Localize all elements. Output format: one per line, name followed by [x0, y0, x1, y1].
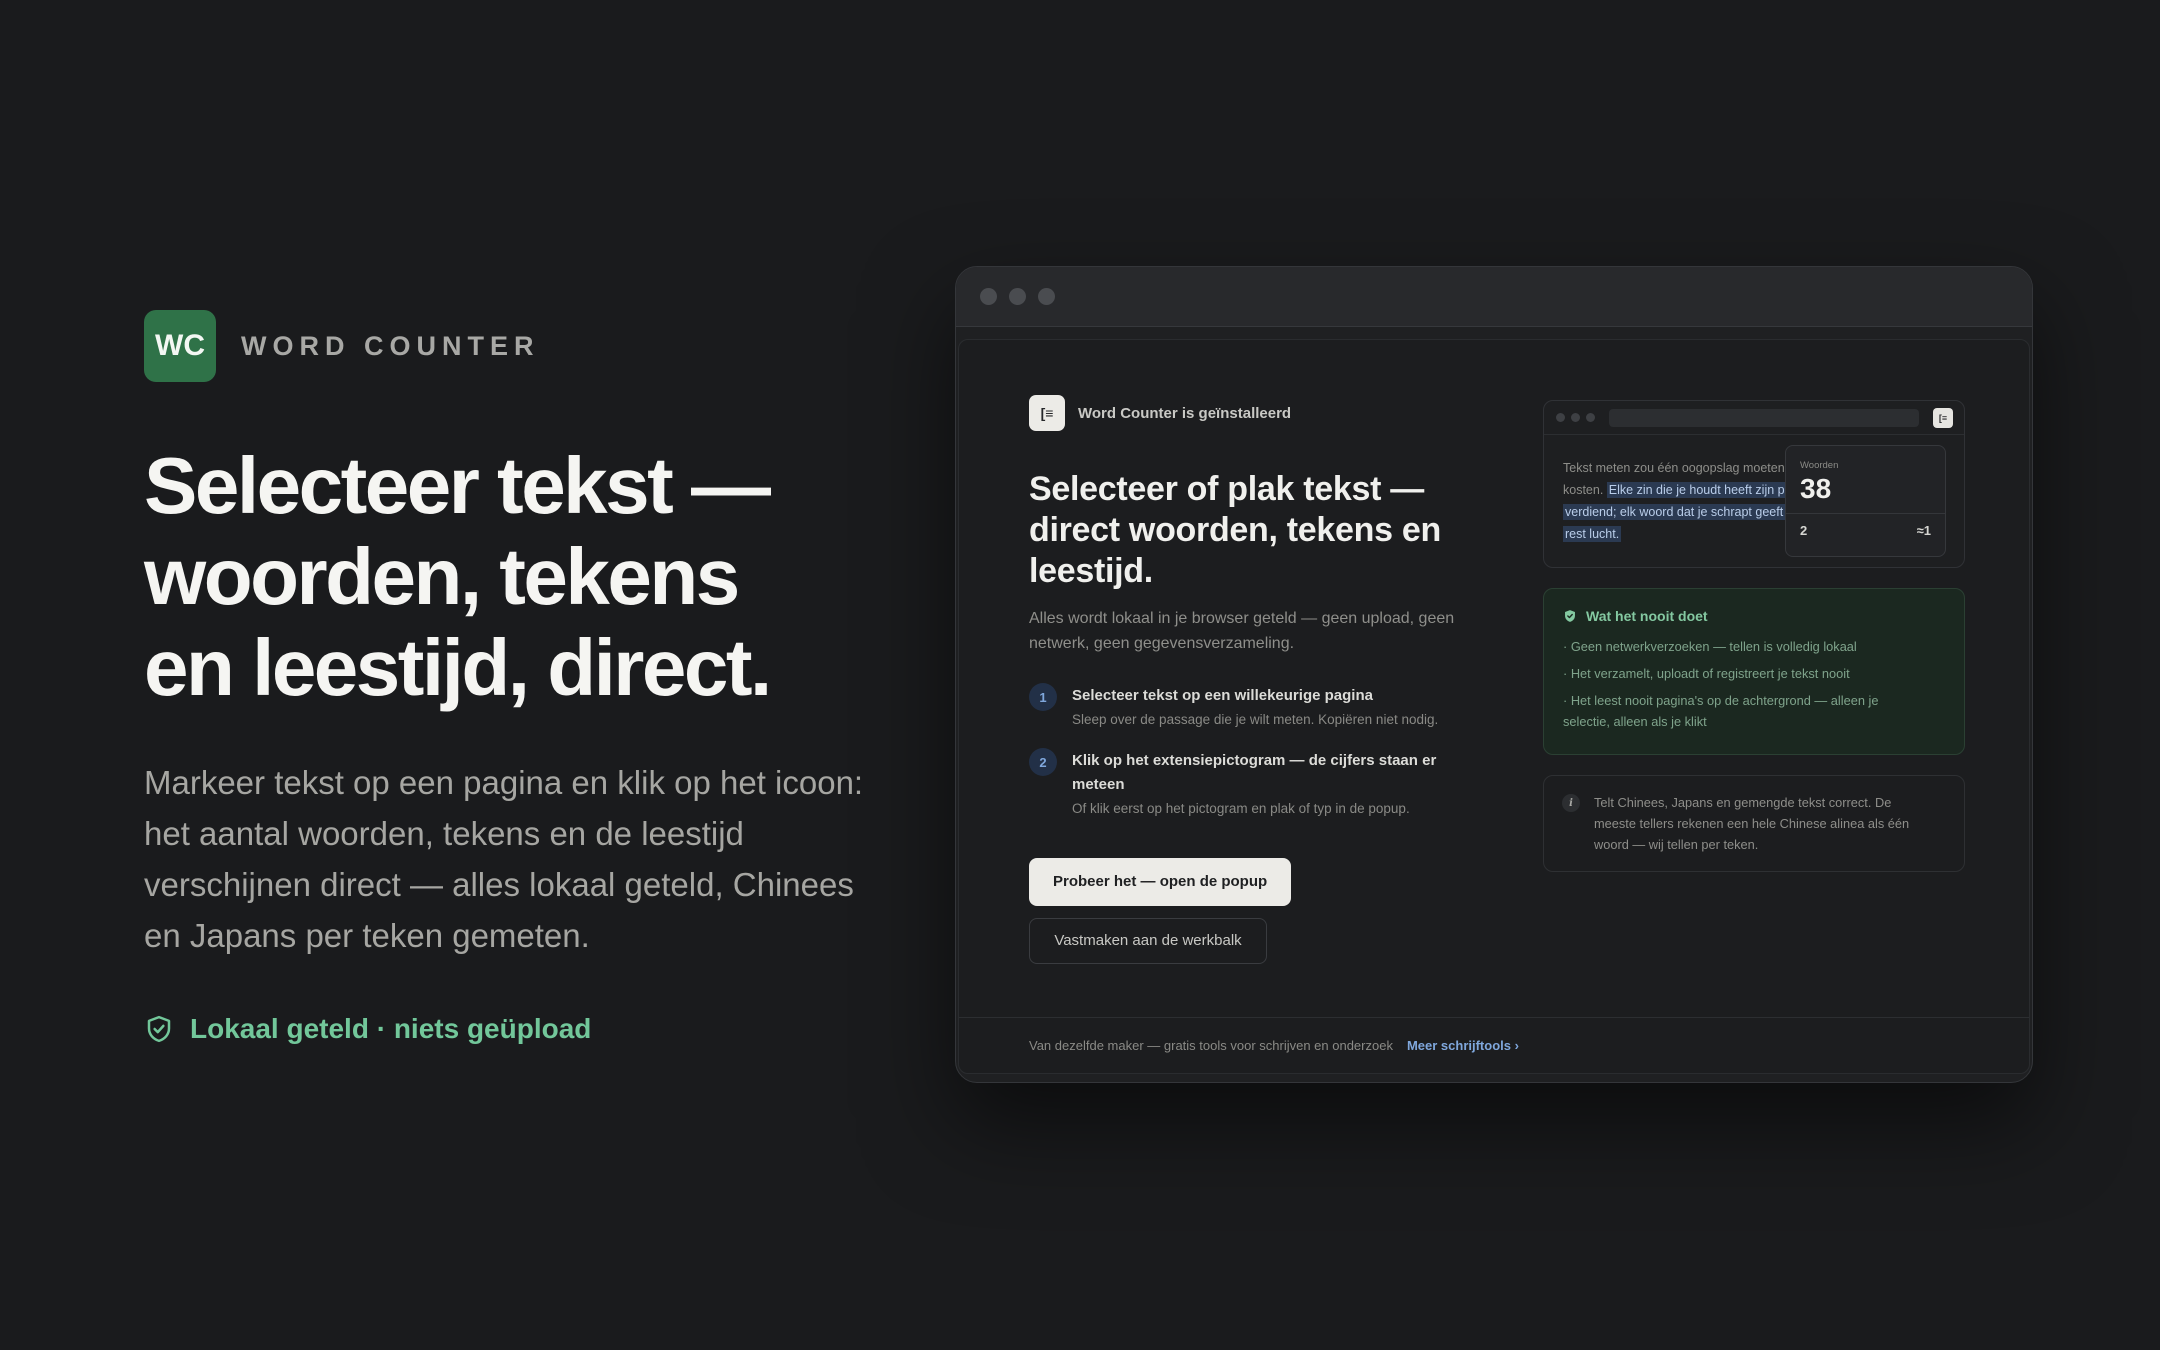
panel-subtitle-line: Alles wordt lokaal in je browser geteld …: [1029, 610, 1455, 627]
panel-footer: Van dezelfde maker — gratis tools voor s…: [959, 1017, 2029, 1073]
never-does-list: · Geen netwerkverzoeken — tellen is voll…: [1563, 636, 1945, 732]
step-title: Selecteer tekst op een willekeurige pagi…: [1072, 684, 1438, 708]
hero-lead: Markeer tekst op een pagina en klik op h…: [144, 757, 884, 961]
steps-list: 1 Selecteer tekst op een willekeurige pa…: [1029, 683, 1499, 820]
step-title: Klik op het extensiepictogram — de cijfe…: [1072, 749, 1436, 797]
popup-stat-right: ≈1: [1916, 523, 1931, 538]
popup-words-label: Woorden: [1800, 460, 1839, 471]
welcome-panel: [≡ Word Counter is geïnstalleerd Selecte…: [1029, 395, 1499, 964]
brand-logo: WC: [144, 310, 216, 382]
never-does-item-line: · Geen netwerkverzoeken — tellen is voll…: [1563, 639, 1857, 654]
brand-name: WORD COUNTER: [241, 330, 540, 361]
never-does-card: Wat het nooit doet · Geen netwerkverzoek…: [1543, 588, 1965, 755]
pin-toolbar-button[interactable]: Vastmaken aan de werkbalk: [1029, 918, 1267, 964]
preview-text-highlight: Elke zin die je houdt heeft zijn plek: [1606, 482, 1803, 498]
preview-text-highlight: verdiend; elk woord dat je schrapt geeft…: [1563, 504, 1803, 520]
brand: WC WORD COUNTER: [144, 310, 904, 382]
cjk-info-line: meeste tellers rekenen een hele Chinese …: [1594, 816, 1910, 831]
preview-text-line: rest lucht.: [1563, 523, 1823, 545]
cjk-info-line: Telt Chinees, Japans en gemengde tekst c…: [1594, 795, 1892, 810]
preview-address-bar: [1609, 408, 1919, 427]
never-does-item: · Het leest nooit pagina's op de achterg…: [1563, 690, 1945, 732]
local-badge: Lokaal geteld · niets geüpload: [144, 1013, 904, 1045]
panel-title-line: direct woorden, tekens en: [1029, 511, 1441, 549]
window-minimize-dot[interactable]: [1009, 288, 1026, 305]
popup-words-value: 38: [1800, 473, 1832, 504]
info-icon: i: [1562, 794, 1580, 812]
step-title-line: meteen: [1072, 776, 1125, 793]
panel-title: Selecteer of plak tekst — direct woorden…: [1029, 469, 1499, 592]
info-column: [≡ Tekst meten zou één oogopslag moeten …: [1543, 400, 1965, 872]
shield-check-icon: [1565, 610, 1575, 622]
preview-text-highlight: rest lucht.: [1563, 526, 1622, 542]
popup-stats-row: 2 ≈1: [1800, 523, 1931, 538]
never-does-item: · Geen netwerkverzoeken — tellen is voll…: [1563, 636, 1945, 657]
never-does-item-line: · Het verzamelt, uploadt of registreert …: [1563, 666, 1850, 681]
popup-stat-left: 2: [1800, 523, 1808, 538]
cjk-info-card: i Telt Chinees, Japans en gemengde tekst…: [1543, 775, 1965, 872]
never-does-item-line: · Het leest nooit pagina's op de achterg…: [1563, 693, 1879, 708]
open-popup-button[interactable]: Probeer het — open de popup: [1029, 858, 1292, 906]
extension-toolbar-icon: [≡: [1933, 407, 1953, 428]
installed-label: Word Counter is geïnstalleerd: [1078, 404, 1292, 422]
step-description: Sleep over de passage die je wilt meten.…: [1072, 712, 1439, 727]
step-title-line: Klik op het extensiepictogram — de cijfe…: [1072, 752, 1437, 769]
hero-headline: Selecteer tekst — woorden, tekens en lee…: [144, 440, 904, 713]
preview-text: Tekst meten zou één oogopslag moeten kos…: [1563, 457, 1823, 545]
hero-lead-line: en Japans per teken gemeten.: [144, 917, 590, 954]
window-maximize-dot[interactable]: [1038, 288, 1055, 305]
preview-text-plain: kosten.: [1563, 483, 1604, 497]
panel-title-line: leestijd.: [1029, 552, 1153, 590]
step-number-badge: 1: [1029, 683, 1057, 711]
browser-titlebar: [956, 267, 2032, 327]
step-number-badge: 2: [1029, 748, 1057, 776]
hero-lead-line: het aantal woorden, tekens en de leestij…: [144, 815, 744, 852]
shield-check-icon: [147, 1015, 171, 1043]
preview-dot: [1586, 413, 1595, 422]
never-does-item-line: selectie, alleen als je klikt: [1563, 714, 1707, 729]
footer-text: Van dezelfde maker — gratis tools voor s…: [1029, 1038, 1393, 1053]
browser-window: [≡ Word Counter is geïnstalleerd Selecte…: [955, 266, 2033, 1083]
preview-text-line: Tekst meten zou één oogopslag moeten: [1563, 461, 1785, 475]
hero-lead-line: verschijnen direct — alles lokaal geteld…: [144, 866, 854, 903]
cjk-info-text: Telt Chinees, Japans en gemengde tekst c…: [1594, 792, 1909, 855]
never-does-header: Wat het nooit doet: [1563, 608, 1945, 624]
extension-logo-icon: [≡: [1029, 395, 1065, 431]
panel-title-line: Selecteer of plak tekst —: [1029, 470, 1425, 508]
window-close-dot[interactable]: [980, 288, 997, 305]
preview-dot: [1556, 413, 1565, 422]
hero-headline-line: Selecteer tekst —: [144, 441, 771, 530]
step-description: Of klik eerst op het pictogram en plak o…: [1072, 801, 1410, 816]
more-writing-tools-link[interactable]: Meer schrijftools ›: [1407, 1038, 1519, 1053]
never-does-title: Wat het nooit doet: [1586, 608, 1708, 624]
local-badge-text: Lokaal geteld · niets geüpload: [190, 1013, 592, 1044]
cjk-info-line: woord — wij tellen per teken.: [1594, 837, 1759, 852]
preview-text-line: verdiend; elk woord dat je schrapt geeft…: [1563, 501, 1823, 523]
panel-subtitle: Alles wordt lokaal in je browser geteld …: [1029, 606, 1499, 656]
preview-dot: [1571, 413, 1580, 422]
hero-headline-line: woorden, tekens: [144, 532, 740, 621]
preview-browser-bar: [≡: [1544, 401, 1964, 435]
preview-browser: [≡ Tekst meten zou één oogopslag moeten …: [1543, 400, 1965, 568]
step-item: 2 Klik op het extensiepictogram — de cij…: [1029, 748, 1499, 820]
hero-lead-line: Markeer tekst op een pagina en klik op h…: [144, 764, 864, 801]
preview-text-line: kosten. Elke zin die je houdt heeft zijn…: [1563, 479, 1823, 501]
preview-popup: Woorden 38 2 ≈1: [1785, 445, 1946, 557]
hero-headline-line: en leestijd, direct.: [144, 623, 772, 712]
step-item: 1 Selecteer tekst op een willekeurige pa…: [1029, 683, 1499, 731]
installed-header: [≡ Word Counter is geïnstalleerd: [1029, 395, 1499, 431]
panel-subtitle-line: netwerk, geen gegevensverzameling.: [1029, 635, 1295, 652]
hero: WC WORD COUNTER Selecteer tekst — woorde…: [144, 310, 904, 1045]
never-does-item: · Het verzamelt, uploadt of registreert …: [1563, 663, 1945, 684]
step-title-line: Selecteer tekst op een willekeurige pagi…: [1072, 687, 1373, 704]
popup-divider: [1786, 513, 1945, 514]
browser-viewport: [≡ Word Counter is geïnstalleerd Selecte…: [958, 339, 2030, 1074]
